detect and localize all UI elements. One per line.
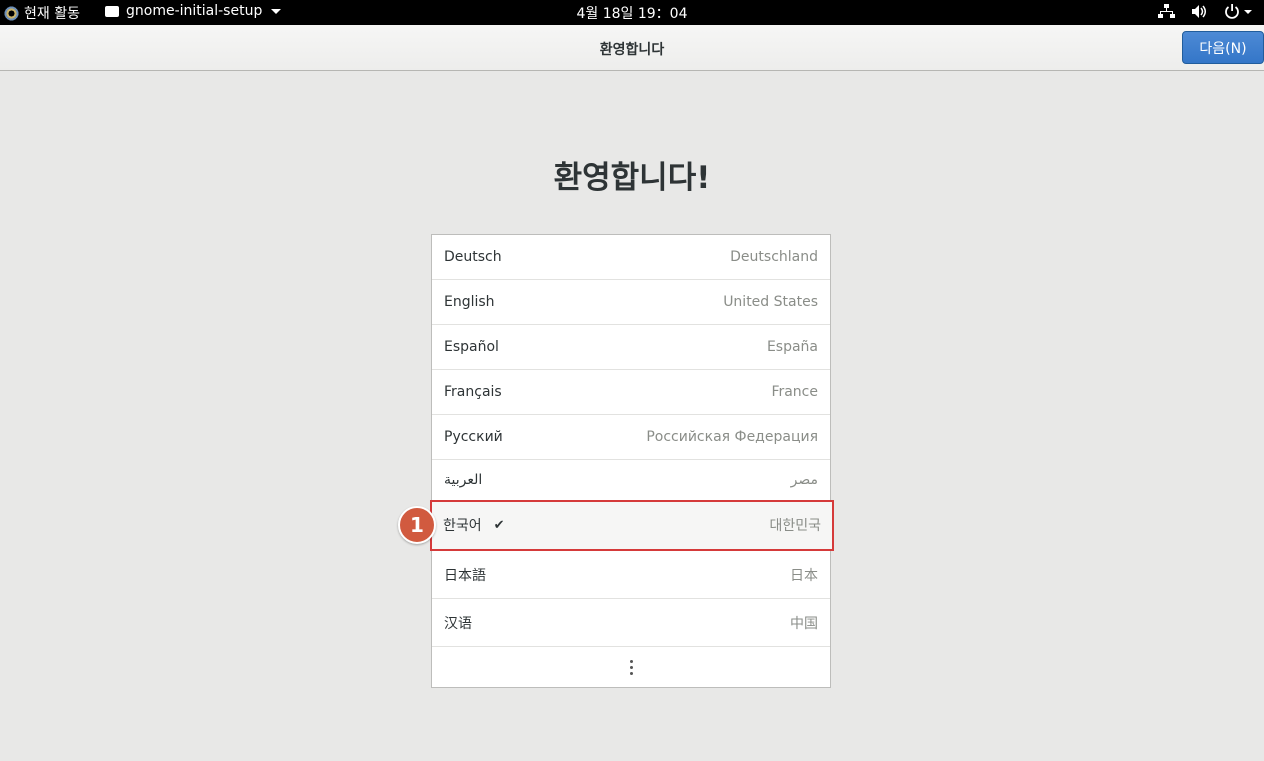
language-name: 한국어 [443, 518, 482, 534]
language-name: English [444, 294, 495, 310]
chevron-down-icon [271, 8, 282, 14]
page-title: 환영합니다 [599, 42, 665, 58]
power-icon[interactable] [1224, 3, 1254, 20]
language-region: 中国 [790, 615, 818, 632]
window-icon [105, 5, 119, 17]
language-region: United States [723, 294, 818, 310]
language-row-russian[interactable]: Русский Российская Федерация [432, 415, 830, 460]
language-list: Deutsch Deutschland English United State… [430, 234, 834, 688]
volume-icon[interactable] [1191, 3, 1208, 20]
check-icon: ✔ [493, 517, 505, 533]
annotation-badge: 1 [398, 506, 436, 544]
header-bar: 환영합니다 다음(N) [0, 25, 1264, 71]
system-tray[interactable] [1158, 3, 1254, 20]
language-name: 日本語 [444, 567, 486, 584]
language-row-chinese[interactable]: 汉语 中国 [432, 599, 830, 647]
activities-icon [4, 5, 19, 21]
language-row-english[interactable]: English United States [432, 280, 830, 325]
language-name: 汉语 [444, 615, 472, 632]
next-button[interactable]: 다음(N) [1182, 31, 1264, 64]
language-row-espanol[interactable]: Español España [432, 325, 830, 370]
language-name: Español [444, 339, 499, 355]
language-row-japanese[interactable]: 日本語 日本 [432, 551, 830, 599]
language-row-deutsch[interactable]: Deutsch Deutschland [432, 235, 830, 280]
language-region: España [766, 339, 818, 355]
language-region: Российская Федерация [646, 429, 818, 445]
language-name: Deutsch [444, 249, 502, 265]
language-region: مصر [790, 472, 818, 488]
language-row-francais[interactable]: Français France [432, 370, 830, 415]
more-languages-button[interactable] [432, 647, 830, 687]
app-menu[interactable]: gnome-initial-setup [105, 3, 282, 19]
language-name: Français [444, 384, 502, 400]
language-row-korean[interactable]: 한국어 ✔ 대한민국 [430, 500, 834, 551]
more-vertical-icon [629, 659, 633, 675]
activities-label: 현재 활동 [24, 6, 80, 22]
network-icon[interactable] [1158, 3, 1175, 20]
welcome-heading: 환영합니다! [553, 160, 711, 196]
activities-button[interactable]: 현재 활동 [4, 3, 80, 23]
language-row-arabic[interactable]: العربية مصر [432, 460, 830, 501]
language-name: Русский [444, 429, 503, 445]
language-region: 日本 [790, 567, 818, 584]
language-region: Deutschland [730, 249, 818, 265]
language-name: العربية [444, 472, 483, 488]
language-region: 대한민국 [769, 518, 821, 534]
language-region: France [771, 384, 818, 400]
top-bar: 현재 활동 gnome-initial-setup 4월 18일 19：04 [0, 0, 1264, 25]
app-menu-label: gnome-initial-setup [126, 3, 263, 19]
